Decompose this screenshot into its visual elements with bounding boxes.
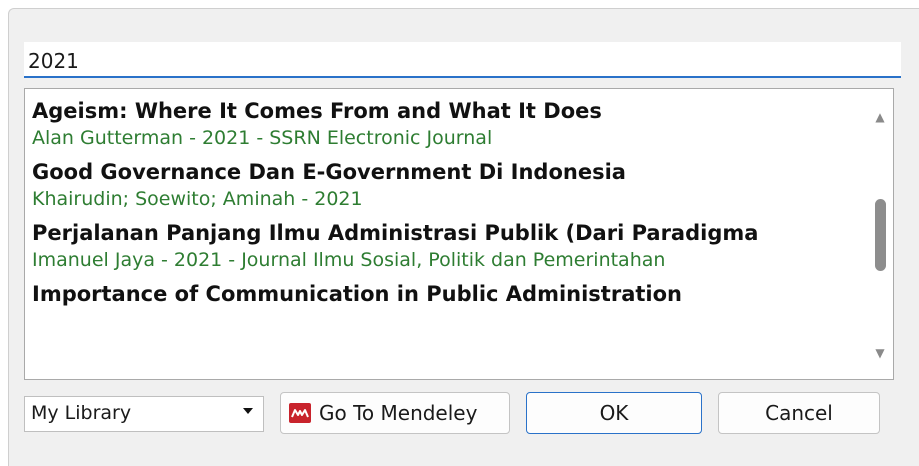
scroll-down-arrow-icon[interactable]: ▼ bbox=[867, 343, 893, 363]
dialog-footer: My Library Go To Mendeley OK Cancel bbox=[24, 392, 904, 436]
mendeley-logo-icon bbox=[289, 403, 311, 423]
result-title: Perjalanan Panjang Ilmu Administrasi Pub… bbox=[32, 221, 759, 245]
scroll-thumb[interactable] bbox=[875, 199, 886, 271]
library-select-value: My Library bbox=[31, 402, 132, 424]
results-list[interactable]: Ageism: Where It Comes From and What It … bbox=[24, 88, 894, 380]
result-meta: Khairudin; Soewito; Aminah - 2021 bbox=[32, 188, 363, 210]
scroll-up-arrow-icon[interactable]: ▲ bbox=[867, 107, 893, 127]
search-input[interactable] bbox=[24, 42, 901, 78]
cancel-button[interactable]: Cancel bbox=[718, 392, 880, 434]
list-item[interactable]: Perjalanan Panjang Ilmu Administrasi Pub… bbox=[25, 219, 865, 274]
results-list-viewport: Ageism: Where It Comes From and What It … bbox=[25, 89, 865, 379]
ok-button[interactable]: OK bbox=[526, 392, 702, 434]
result-meta: Imanuel Jaya - 2021 - Journal Ilmu Sosia… bbox=[32, 249, 666, 271]
go-to-mendeley-button[interactable]: Go To Mendeley bbox=[280, 392, 510, 434]
go-to-mendeley-label: Go To Mendeley bbox=[319, 401, 478, 425]
ok-button-label: OK bbox=[599, 401, 629, 425]
list-item[interactable]: Importance of Communication in Public Ad… bbox=[25, 280, 865, 308]
result-title: Ageism: Where It Comes From and What It … bbox=[32, 99, 602, 123]
list-item[interactable]: Good Governance Dan E-Government Di Indo… bbox=[25, 158, 865, 213]
chevron-down-icon bbox=[243, 408, 253, 414]
result-meta: Alan Gutterman - 2021 - SSRN Electronic … bbox=[32, 127, 493, 149]
result-title: Importance of Communication in Public Ad… bbox=[32, 282, 682, 306]
results-scrollbar[interactable]: ▲ ▼ bbox=[867, 89, 893, 379]
list-item[interactable]: Ageism: Where It Comes From and What It … bbox=[25, 97, 865, 152]
library-select[interactable]: My Library bbox=[24, 396, 264, 432]
cancel-button-label: Cancel bbox=[765, 401, 833, 425]
result-title: Good Governance Dan E-Government Di Indo… bbox=[32, 160, 626, 184]
